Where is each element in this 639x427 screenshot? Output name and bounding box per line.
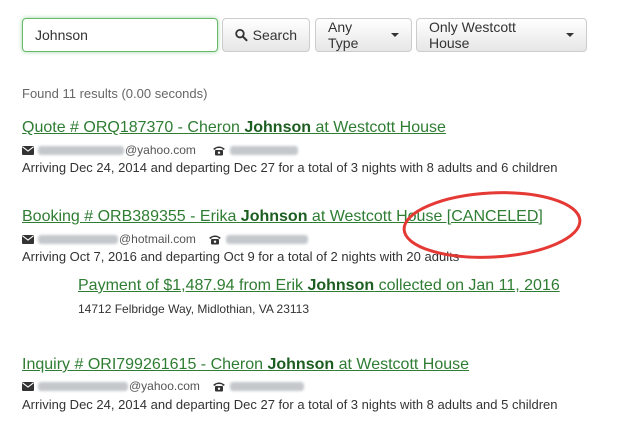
result-link-booking[interactable]: Booking # ORB389355 - Erika Johnson at W…: [22, 208, 543, 226]
result-title-name: Johnson: [240, 208, 308, 225]
redacted-email: [38, 234, 118, 244]
envelope-icon: [22, 381, 34, 391]
result-title-name: Johnson: [244, 119, 312, 136]
phone-icon: [212, 382, 225, 391]
result-contact: @hotmail.com: [22, 232, 309, 246]
search-button-label: Search: [252, 27, 297, 43]
type-filter-dropdown[interactable]: Any Type: [315, 18, 412, 52]
results-summary: Found 11 results (0.00 seconds): [22, 86, 208, 101]
redacted-email: [38, 145, 124, 155]
search-button[interactable]: Search: [222, 18, 310, 52]
result-description: Arriving Dec 24, 2014 and departing Dec …: [22, 160, 558, 175]
payment-title-name: Johnson: [307, 277, 375, 294]
result-title-prefix: Inquiry # ORI799261615 - Cheron: [22, 356, 268, 373]
result-description: Arriving Oct 7, 2016 and departing Oct 9…: [22, 249, 460, 264]
result-title-prefix: Booking # ORB389355 - Erika: [22, 208, 241, 225]
phone-icon: [208, 235, 221, 244]
caret-down-icon: [566, 33, 574, 37]
result-contact: @yahoo.com: [22, 379, 305, 393]
search-icon: [235, 28, 248, 42]
result-description: Arriving Dec 24, 2014 and departing Dec …: [22, 397, 558, 412]
result-title-suffix: at Westcott House: [334, 356, 470, 373]
email-domain: @yahoo.com: [129, 379, 200, 393]
result-title-prefix: Quote # ORQ187370 - Cheron: [22, 119, 245, 136]
redacted-phone: [229, 381, 304, 391]
email-domain: @yahoo.com: [125, 143, 196, 157]
result-title-suffix: at Westcott House [CANCELED]: [307, 208, 543, 225]
result-link-inquiry[interactable]: Inquiry # ORI799261615 - Cheron Johnson …: [22, 356, 469, 374]
payment-title-suffix: collected on Jan 11, 2016: [374, 277, 560, 294]
caret-down-icon: [391, 33, 399, 37]
search-input[interactable]: [22, 18, 218, 52]
envelope-icon: [22, 234, 34, 244]
result-contact: @yahoo.com: [22, 143, 299, 157]
result-title-suffix: at Westcott House: [311, 119, 446, 136]
payment-link[interactable]: Payment of $1,487.94 from Erik Johnson c…: [78, 277, 560, 295]
payment-address: 14712 Felbridge Way, Midlothian, VA 2311…: [78, 302, 310, 316]
redacted-phone: [229, 145, 298, 155]
phone-icon: [212, 146, 225, 155]
location-filter-dropdown[interactable]: Only Westcott House: [416, 18, 587, 52]
type-filter-label: Any Type: [328, 19, 359, 51]
location-filter-label: Only Westcott House: [429, 19, 516, 51]
result-title-name: Johnson: [267, 356, 335, 373]
email-domain: @hotmail.com: [119, 232, 196, 246]
envelope-icon: [22, 145, 34, 155]
redacted-phone: [225, 234, 308, 244]
payment-title-prefix: Payment of $1,487.94 from Erik: [78, 277, 308, 294]
result-link-quote[interactable]: Quote # ORQ187370 - Cheron Johnson at We…: [22, 119, 446, 137]
redacted-email: [38, 381, 128, 391]
